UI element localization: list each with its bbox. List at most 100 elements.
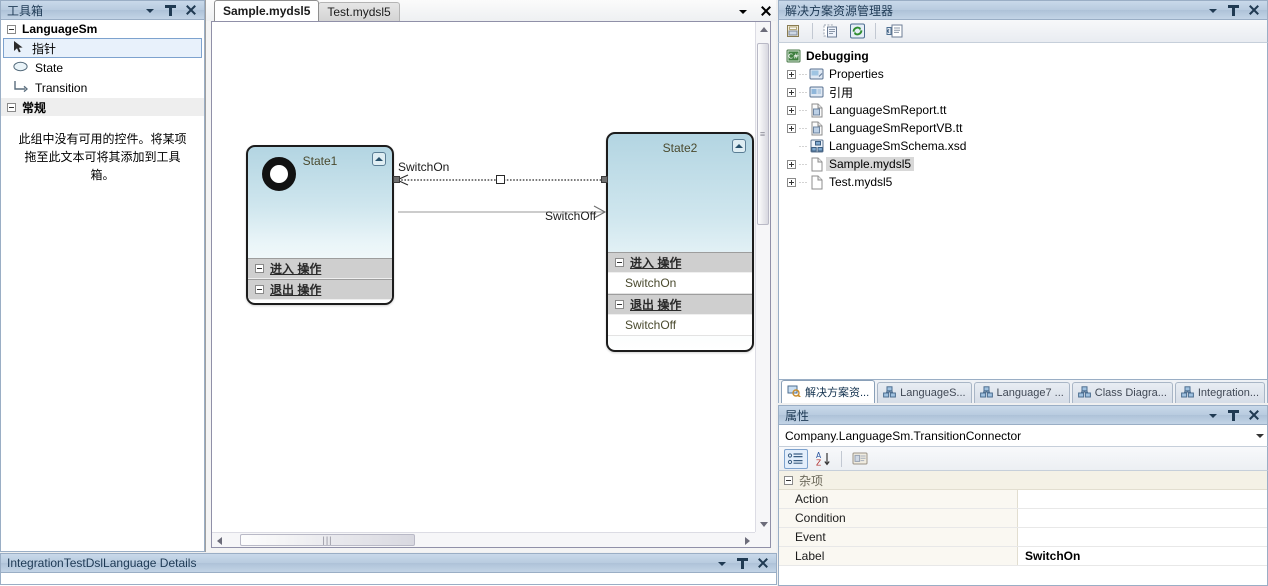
properties-close-icon[interactable]	[1247, 409, 1260, 422]
tree-node-debugging[interactable]: C# Debugging	[779, 47, 1267, 65]
property-row-condition[interactable]: Condition	[779, 509, 1267, 528]
tree-node-references[interactable]: ··· 引用	[779, 83, 1267, 101]
connector-label-switchon[interactable]: SwitchOn	[398, 160, 449, 174]
property-value[interactable]	[1017, 509, 1267, 527]
connector-endpoint-handle-left[interactable]	[393, 176, 400, 183]
collapse-icon[interactable]	[372, 152, 386, 166]
tool-tab-language7[interactable]: Language7 ...	[973, 382, 1070, 403]
diagram-canvas[interactable]: State1 进入 操作 退出 操作 State2 进入 操作 SwitchOn…	[212, 22, 755, 532]
solution-explorer-pin-icon[interactable]	[1227, 4, 1240, 17]
file-icon	[808, 175, 826, 190]
document-tab-dropdown-icon[interactable]	[737, 5, 750, 18]
minus-expander-icon[interactable]	[784, 475, 793, 485]
view-code-icon[interactable]	[883, 21, 905, 41]
categorized-icon[interactable]	[784, 448, 808, 469]
property-value[interactable]: SwitchOn	[1017, 547, 1267, 565]
tool-tab-solution-explorer[interactable]: 解决方案资...	[781, 380, 876, 403]
scroll-left-button[interactable]	[212, 533, 227, 548]
refresh-icon[interactable]	[846, 21, 868, 41]
state-shape-state2[interactable]: State2 进入 操作 SwitchOn 退出 操作 SwitchOff	[606, 132, 754, 352]
solution-explorer-close-icon[interactable]	[1247, 4, 1260, 17]
tree-node-languagesmreportvb-tt[interactable]: ··· LanguageSmReportVB.tt	[779, 119, 1267, 137]
properties-object-name: Company.LanguageSm.TransitionConnector	[785, 428, 1022, 443]
toolbox-group-general[interactable]: 常规	[1, 98, 204, 116]
scroll-right-button[interactable]	[740, 533, 755, 548]
property-row-action[interactable]: Action	[779, 490, 1267, 509]
tool-tab-class-diagram[interactable]: Class Diagra...	[1071, 382, 1173, 403]
connector-label-switchoff[interactable]: SwitchOff	[545, 209, 596, 223]
properties-dropdown-icon[interactable]	[1207, 409, 1220, 422]
tool-tab-languagesm[interactable]: LanguageS...	[877, 382, 972, 403]
minus-expander-icon[interactable]	[7, 24, 16, 34]
compartment-row-switchoff[interactable]: SwitchOff	[608, 315, 752, 336]
property-value[interactable]	[1017, 528, 1267, 546]
tool-tab-label: 解决方案资...	[805, 387, 870, 399]
compartment-header-exit[interactable]: 退出 操作	[248, 279, 392, 300]
properties-pin-icon[interactable]	[1227, 409, 1240, 422]
connector-endpoint-handle-right[interactable]	[601, 176, 608, 183]
properties-object-selector[interactable]: Company.LanguageSm.TransitionConnector	[778, 425, 1268, 447]
vertical-scroll-thumb[interactable]: ≡	[757, 43, 769, 225]
toolbox-item-label: State	[35, 61, 64, 75]
minus-expander-icon[interactable]	[7, 102, 16, 112]
tab-sample-mydsl5[interactable]: Sample.mydsl5	[214, 0, 320, 21]
plus-expander-icon[interactable]	[785, 69, 798, 79]
property-row-label[interactable]: Label SwitchOn	[779, 547, 1267, 566]
tab-label: Sample.mydsl5	[223, 4, 311, 18]
minus-expander-icon[interactable]	[255, 285, 264, 294]
solution-explorer-tree[interactable]: C# Debugging ··· Properties ··· 引用 ··· L…	[778, 43, 1268, 380]
tree-node-sample-mydsl5[interactable]: ··· Sample.mydsl5	[779, 155, 1267, 173]
details-pin-icon[interactable]	[736, 557, 749, 570]
tree-node-languagesmschema-xsd[interactable]: ··· LanguageSmSchema.xsd	[779, 137, 1267, 155]
toolbox-item-pointer[interactable]: 指针	[3, 38, 202, 58]
toolbox-dropdown-icon[interactable]	[144, 4, 157, 17]
compartment-header-entry[interactable]: 进入 操作	[608, 252, 752, 273]
alphabetical-sort-icon[interactable]: AZ	[811, 449, 835, 469]
scroll-down-button[interactable]	[756, 517, 771, 532]
tree-connector-line: ···	[798, 177, 808, 187]
compartment-header-exit[interactable]: 退出 操作	[608, 294, 752, 315]
connector-midpoint-handle[interactable]	[496, 175, 505, 184]
property-pages-icon[interactable]	[848, 449, 872, 469]
tool-tab-integration[interactable]: Integration...	[1174, 382, 1265, 403]
tree-node-label: LanguageSmSchema.xsd	[829, 139, 967, 153]
properties-icon[interactable]	[783, 21, 805, 41]
tree-node-languagesmreport-tt[interactable]: ··· LanguageSmReport.tt	[779, 101, 1267, 119]
toolbox-title: 工具箱	[7, 3, 44, 18]
show-all-files-icon[interactable]	[820, 21, 842, 41]
class-diagram-icon	[883, 385, 897, 401]
compartment-row-switchon[interactable]: SwitchOn	[608, 273, 752, 294]
property-category-misc[interactable]: 杂项	[779, 471, 1267, 490]
details-close-icon[interactable]	[756, 557, 769, 570]
solution-explorer-dropdown-icon[interactable]	[1207, 4, 1220, 17]
tree-node-test-mydsl5[interactable]: ··· Test.mydsl5	[779, 173, 1267, 191]
property-row-event[interactable]: Event	[779, 528, 1267, 547]
toolbox-item-transition[interactable]: Transition	[1, 78, 204, 98]
plus-expander-icon[interactable]	[785, 105, 798, 115]
diagram-vertical-scrollbar[interactable]: ≡	[755, 22, 770, 532]
chevron-down-icon[interactable]	[1252, 426, 1267, 446]
minus-expander-icon[interactable]	[615, 300, 624, 309]
toolbox-pin-icon[interactable]	[164, 4, 177, 17]
plus-expander-icon[interactable]	[785, 123, 798, 133]
document-close-icon[interactable]	[759, 5, 772, 18]
property-value[interactable]	[1017, 490, 1267, 508]
details-dropdown-icon[interactable]	[716, 557, 729, 570]
diagram-horizontal-scrollbar[interactable]: |||	[212, 532, 755, 547]
plus-expander-icon[interactable]	[785, 159, 798, 169]
toolbox-group-languagesm[interactable]: LanguageSm	[1, 20, 204, 38]
minus-expander-icon[interactable]	[615, 258, 624, 267]
minus-expander-icon[interactable]	[255, 264, 264, 273]
tab-test-mydsl5[interactable]: Test.mydsl5	[318, 2, 400, 21]
plus-expander-icon[interactable]	[785, 87, 798, 97]
plus-expander-icon[interactable]	[785, 177, 798, 187]
tree-node-properties[interactable]: ··· Properties	[779, 65, 1267, 83]
toolbox-item-state[interactable]: State	[1, 58, 204, 78]
horizontal-scroll-thumb[interactable]: |||	[240, 534, 415, 546]
state-shape-state1[interactable]: State1 进入 操作 退出 操作	[246, 145, 394, 305]
collapse-icon[interactable]	[732, 139, 746, 153]
scroll-up-button[interactable]	[756, 22, 771, 37]
toolbox-close-icon[interactable]	[184, 4, 197, 17]
compartment-header-entry[interactable]: 进入 操作	[248, 258, 392, 279]
properties-grid[interactable]: 杂项 Action Condition Event Label SwitchOn	[778, 471, 1268, 586]
